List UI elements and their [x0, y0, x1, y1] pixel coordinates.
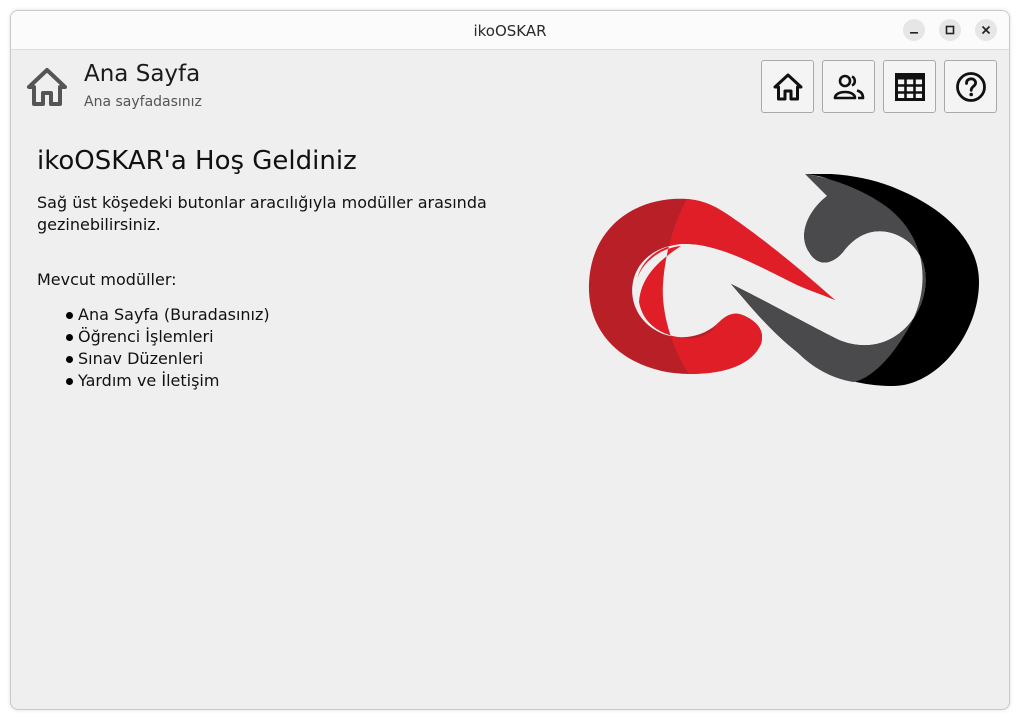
list-item: Ana Sayfa (Buradasınız)	[66, 304, 270, 326]
nav-home-button[interactable]	[761, 60, 814, 113]
grid-icon	[894, 72, 925, 101]
app-window: ikoOSKAR Ana Sayfa Ana sayfadasınız ikoO…	[10, 10, 1010, 710]
help-icon	[955, 71, 986, 102]
users-icon	[833, 74, 864, 99]
close-button[interactable]	[975, 19, 997, 41]
window-title: ikoOSKAR	[473, 22, 547, 40]
title-bar[interactable]: ikoOSKAR	[11, 11, 1009, 50]
list-item: Öğrenci İşlemleri	[66, 326, 270, 348]
page-subtitle: Ana sayfadasınız	[84, 94, 202, 110]
page-title: Ana Sayfa	[84, 61, 201, 87]
welcome-description: Sağ üst köşedeki butonlar aracılığıyla m…	[37, 193, 487, 234]
maximize-button[interactable]	[939, 19, 961, 41]
minimize-icon	[910, 32, 918, 34]
nav-exams-button[interactable]	[883, 60, 936, 113]
list-item: Sınav Düzenleri	[66, 348, 270, 370]
close-icon	[981, 25, 991, 35]
home-icon	[26, 67, 68, 111]
nav-help-button[interactable]	[944, 60, 997, 113]
modules-list: Ana Sayfa (Buradasınız) Öğrenci İşlemler…	[66, 304, 270, 392]
nav-students-button[interactable]	[822, 60, 875, 113]
app-logo	[577, 173, 979, 394]
home-icon	[773, 73, 802, 100]
modules-heading: Mevcut modüller:	[37, 270, 177, 289]
minimize-button[interactable]	[903, 19, 925, 41]
welcome-heading: ikoOSKAR'a Hoş Geldiniz	[37, 146, 357, 176]
list-item: Yardım ve İletişim	[66, 370, 270, 392]
maximize-icon	[945, 25, 955, 35]
